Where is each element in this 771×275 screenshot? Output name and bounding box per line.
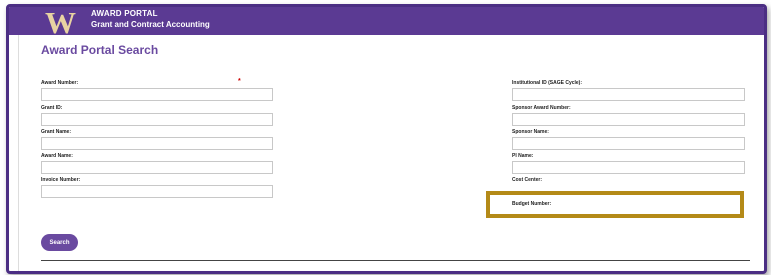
sponsor-award-number-input[interactable] xyxy=(512,113,745,126)
grant-name-input[interactable] xyxy=(41,137,273,150)
institutional-id-label: Institutional ID (SAGE Cycle): xyxy=(512,80,583,86)
award-number-label: Award Number: xyxy=(41,80,79,86)
grant-id-input[interactable] xyxy=(41,113,273,126)
content-divider-line xyxy=(18,35,19,271)
pi-name-input[interactable] xyxy=(512,161,745,174)
award-number-input[interactable] xyxy=(41,88,273,101)
app-title: AWARD PORTAL xyxy=(91,9,158,18)
pi-name-label: PI Name: xyxy=(512,153,534,159)
app-subtitle: Grant and Contract Accounting xyxy=(91,20,210,29)
award-name-input[interactable] xyxy=(41,161,273,174)
budget-number-highlight-box xyxy=(486,191,744,218)
cost-center-label: Cost Center: xyxy=(512,177,543,183)
uw-logo: W xyxy=(45,5,76,40)
institutional-id-input[interactable] xyxy=(512,88,745,101)
search-button[interactable]: Search xyxy=(41,234,78,251)
page-title: Award Portal Search xyxy=(41,43,159,57)
app-window: W AWARD PORTAL Grant and Contract Accoun… xyxy=(6,4,767,274)
grant-name-label: Grant Name: xyxy=(41,129,72,135)
invoice-number-label: Invoice Number: xyxy=(41,177,81,183)
sponsor-award-number-label: Sponsor Award Number: xyxy=(512,105,571,111)
invoice-number-input[interactable] xyxy=(41,185,273,198)
required-marker: * xyxy=(238,78,241,85)
sponsor-name-label: Sponsor Name: xyxy=(512,129,549,135)
bottom-divider xyxy=(41,260,750,261)
award-name-label: Award Name: xyxy=(41,153,73,159)
header-bar: W AWARD PORTAL Grant and Contract Accoun… xyxy=(9,5,764,40)
sponsor-name-input[interactable] xyxy=(512,137,745,150)
grant-id-label: Grant ID: xyxy=(41,105,63,111)
